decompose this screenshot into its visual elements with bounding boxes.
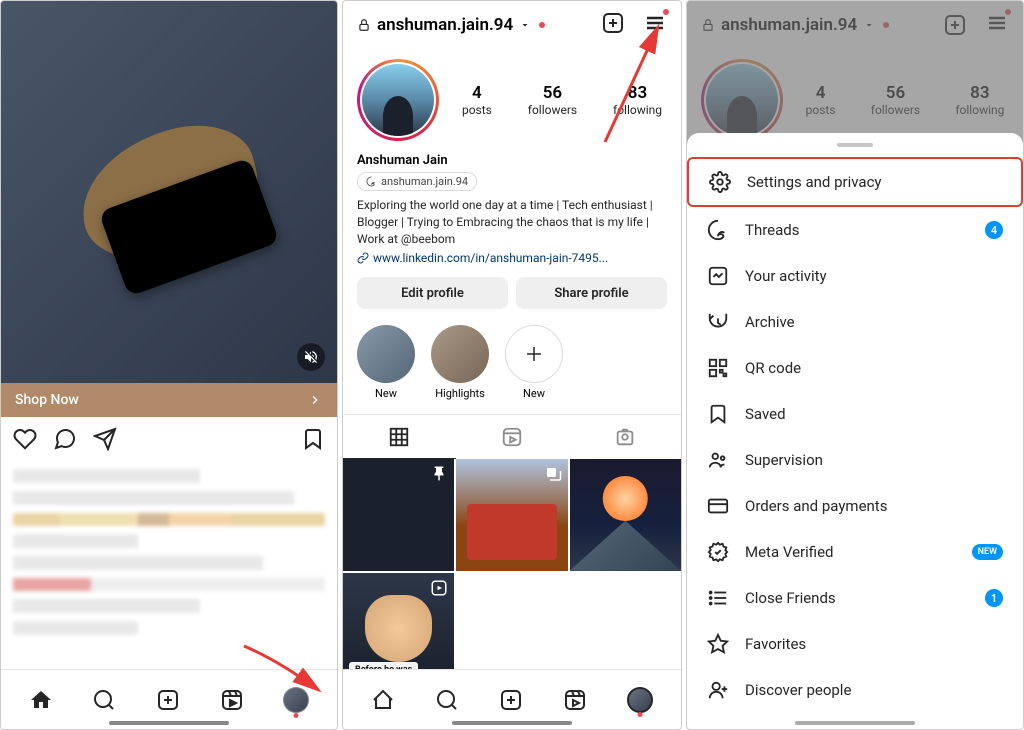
sheet-handle[interactable] [837,143,873,147]
edit-profile-button[interactable]: Edit profile [357,277,508,309]
threads-link[interactable]: anshuman.jain.94 [357,172,477,191]
threads-badge: 4 [985,221,1003,239]
carousel-icon [544,465,562,483]
qr-icon [707,357,729,379]
grid-post[interactable] [343,459,454,570]
menu-qr-code[interactable]: QR code [687,345,1023,391]
bookmark-icon [707,403,729,425]
profile-header: anshuman.jain.94 [343,1,681,49]
new-badge: NEW [972,544,1003,560]
username: anshuman.jain.94 [377,15,513,35]
tagged-tab[interactable] [568,415,681,459]
shop-now-cta[interactable]: Shop Now [1,383,337,417]
star-icon [707,633,729,655]
add-highlight-button[interactable]: New [505,325,563,400]
archive-icon [707,311,729,333]
display-name: Anshuman Jain [357,153,667,168]
feed-post-image[interactable] [1,1,337,383]
mute-icon[interactable] [297,343,325,371]
like-icon[interactable] [13,427,37,451]
profile-tab-icon[interactable] [627,687,653,713]
home-indicator [109,721,229,725]
share-icon[interactable] [93,427,117,451]
reels-icon[interactable] [563,688,587,712]
menu-saved[interactable]: Saved [687,391,1023,437]
home-icon[interactable] [371,688,395,712]
reels-icon[interactable] [220,688,244,712]
menu-close-friends[interactable]: Close Friends 1 [687,575,1023,621]
hamburger-menu-button[interactable] [643,11,667,39]
highlight-item[interactable]: Highlights [431,325,489,400]
comment-icon[interactable] [53,427,77,451]
profile-tab-icon[interactable] [283,687,309,713]
chevron-down-icon [519,19,531,31]
highlight-item[interactable]: New [357,325,415,400]
activity-icon [707,265,729,287]
bottom-nav [343,669,681,729]
menu-discover-people[interactable]: Discover people [687,667,1023,713]
highlights-row: New Highlights New [357,321,667,404]
menu-orders-payments[interactable]: Orders and payments [687,483,1023,529]
grid-tab[interactable] [343,415,456,459]
bio-text: Exploring the world one day at a time | … [357,197,667,247]
search-icon[interactable] [435,688,459,712]
following-stat[interactable]: 83following [613,83,662,117]
link-icon [357,252,369,264]
menu-your-activity[interactable]: Your activity [687,253,1023,299]
menu-archive[interactable]: Archive [687,299,1023,345]
threads-icon [707,219,729,241]
threads-icon [366,176,377,187]
menu-supervision[interactable]: Supervision [687,437,1023,483]
menu-favorites[interactable]: Favorites [687,621,1023,667]
home-indicator [795,721,915,725]
notification-dot [539,22,545,28]
blurred-caption [1,461,337,651]
grid-post[interactable] [570,459,681,570]
menu-settings-privacy[interactable]: Settings and privacy [687,157,1023,207]
bio-link[interactable]: www.linkedin.com/in/anshuman-jain-7495..… [357,251,667,265]
close-friends-badge: 1 [985,589,1003,607]
new-post-button[interactable] [601,11,625,39]
posts-stat[interactable]: 4posts [462,83,492,117]
menu-meta-verified[interactable]: Meta Verified NEW [687,529,1023,575]
home-icon[interactable] [29,688,53,712]
feed-screen: Shop Now [0,0,338,730]
grid-post[interactable]: Before he was [343,573,454,684]
list-icon [707,587,729,609]
profile-screen: anshuman.jain.94 4posts 56followers 83fo… [342,0,682,730]
cta-label: Shop Now [15,392,79,408]
search-icon[interactable] [92,688,116,712]
pinned-icon [430,465,448,483]
menu-sheet: Settings and privacy Threads 4 Your acti… [687,133,1023,729]
new-post-icon[interactable] [156,688,180,712]
username-dropdown[interactable]: anshuman.jain.94 [357,15,545,35]
card-icon [707,495,729,517]
grid-post[interactable] [456,459,567,570]
bottom-nav [1,669,337,729]
menu-screen: anshuman.jain.94 4posts 56followers 83fo… [686,0,1024,730]
bookmark-icon[interactable] [301,427,325,451]
new-post-icon[interactable] [499,688,523,712]
post-action-row [1,417,337,461]
home-indicator [452,721,572,725]
chevron-right-icon [307,392,323,408]
reel-badge-icon [430,579,448,597]
followers-stat[interactable]: 56followers [528,83,577,117]
verified-icon [707,541,729,563]
profile-avatar[interactable] [357,59,439,141]
lock-icon [357,18,371,32]
share-profile-button[interactable]: Share profile [516,277,667,309]
menu-threads[interactable]: Threads 4 [687,207,1023,253]
reels-tab[interactable] [456,415,569,459]
gear-icon [709,171,731,193]
supervision-icon [707,449,729,471]
add-person-icon [707,679,729,701]
